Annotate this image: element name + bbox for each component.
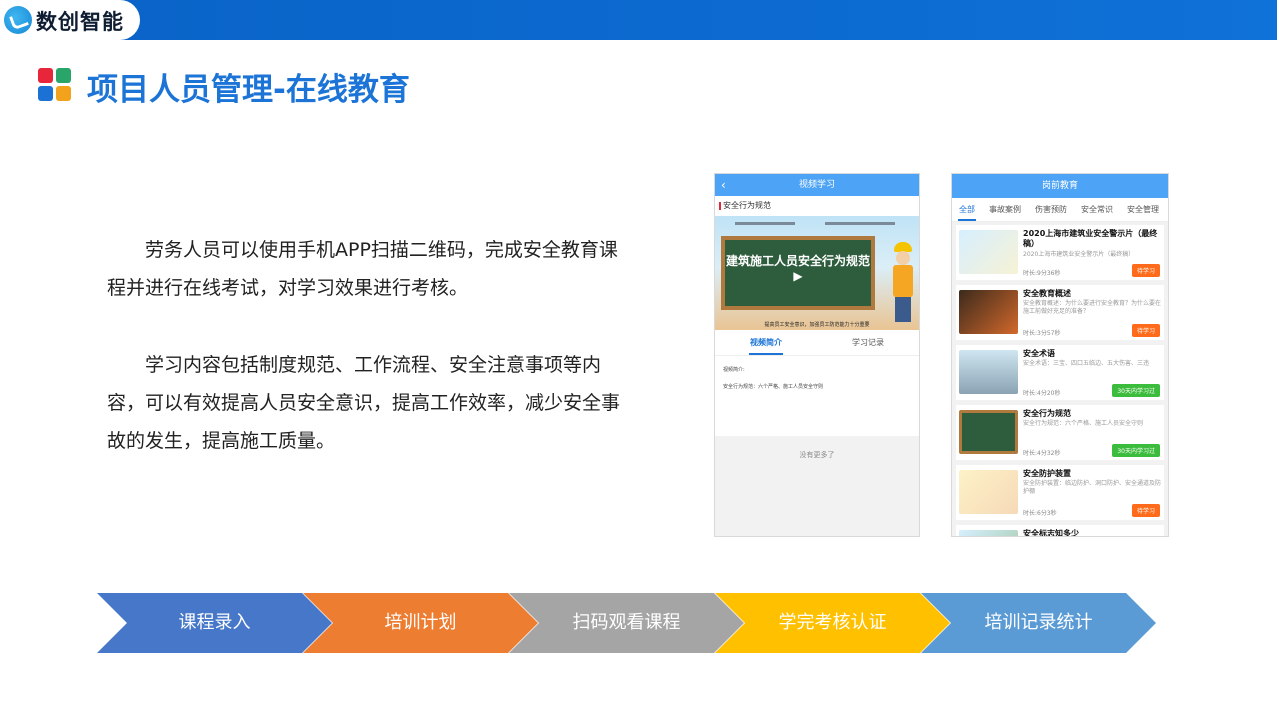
top-banner: 数创智能 [0, 0, 1277, 40]
course-desc: 安全行为规范：六个严格、施工人员安全守则 [1023, 420, 1144, 427]
step-label: 扫码观看课程 [572, 612, 681, 633]
course-item[interactable]: 2020上海市建筑业安全警示片（最终稿） 2020上海市建筑业安全警示片（最终稿… [956, 225, 1164, 280]
phone-screenshot-pre-job-education: 岗前教育 全部 事故案例 伤害预防 安全常识 安全管理 2020上海市建筑业安全… [951, 173, 1169, 537]
process-step-3: 扫码观看课程 [509, 593, 744, 653]
course-title: 安全术语 [1023, 349, 1055, 358]
course-item[interactable]: 安全术语 安全术语：三宝、四口五临边、五大伤害、三违 时长:4分20秒 30天内… [956, 345, 1164, 400]
intro-label: 视频简介: [723, 367, 745, 373]
paragraph-2: 学习内容包括制度规范、工作流程、安全注意事项等内容，可以有效提高人员安全意识，提… [107, 354, 621, 452]
tab-all[interactable]: 全部 [952, 198, 982, 221]
tab-safety-management[interactable]: 安全管理 [1120, 198, 1166, 221]
status-badge: 待学习 [1131, 504, 1160, 517]
step-label: 课程录入 [178, 612, 251, 633]
tab-safety-knowledge[interactable]: 安全常识 [1074, 198, 1120, 221]
course-item[interactable]: 安全行为规范 安全行为规范：六个严格、施工人员安全守则 时长:4分32秒 30天… [956, 405, 1164, 460]
no-more-text: 没有更多了 [715, 436, 919, 536]
course-duration: 时长:6分3秒 [1023, 510, 1057, 517]
tab-study-record[interactable]: 学习记录 [817, 330, 919, 355]
video-intro: 视频简介: 安全行为规范：六个严格、施工人员安全守则 [715, 356, 919, 392]
phone1-header-title: 视频学习 [798, 180, 835, 190]
page-title: 项目人员管理-在线教育 [87, 72, 410, 108]
phone2-tabs: 全部 事故案例 伤害预防 安全常识 安全管理 [952, 198, 1168, 222]
course-title: 2020上海市建筑业安全警示片（最终稿） [1023, 229, 1158, 248]
course-list: 2020上海市建筑业安全警示片（最终稿） 2020上海市建筑业安全警示片（最终稿… [952, 222, 1168, 537]
chevron-left-icon[interactable]: ‹ [721, 174, 726, 196]
course-item[interactable]: 安全防护装置 安全防护装置：临边防护、洞口防护、安全通道及防护棚 时长:6分3秒… [956, 465, 1164, 520]
tab-injury-prevention[interactable]: 伤害预防 [1028, 198, 1074, 221]
intro-text: 安全行为规范：六个严格、施工人员安全守则 [723, 384, 824, 390]
crane-decoration [735, 222, 795, 225]
step-label: 培训记录统计 [984, 612, 1093, 633]
course-title: 安全教育概述 [1023, 289, 1071, 298]
slide: 数创智能 项目人员管理-在线教育 劳务人员可以使用手机APP扫描二维码，完成安全… [0, 0, 1277, 719]
phone1-tabs: 视频简介 学习记录 [715, 330, 919, 356]
brand-name: 数创智能 [36, 10, 124, 34]
tab-accident-cases[interactable]: 事故案例 [982, 198, 1028, 221]
course-thumbnail [959, 470, 1018, 514]
course-duration: 时长:3分57秒 [1023, 330, 1061, 337]
course-desc: 安全防护装置：临边防护、洞口防护、安全通道及防护棚 [1023, 480, 1162, 495]
status-badge: 30天内学习过 [1112, 384, 1160, 397]
status-badge: 待学习 [1131, 264, 1160, 277]
brand: 数创智能 [0, 0, 140, 40]
worker-illustration [891, 242, 915, 322]
status-badge: 待学习 [1131, 324, 1160, 337]
course-thumbnail [959, 230, 1018, 274]
video-title: 建筑施工人员安全行为规范 ▶ [721, 236, 875, 310]
course-title: 安全行为规范 [1023, 409, 1071, 418]
crane-decoration [825, 222, 895, 225]
course-desc: 2020上海市建筑业安全警示片（最终稿） [1023, 251, 1135, 258]
video-player[interactable]: 建筑施工人员安全行为规范 ▶ 提高员工安全意识，加强员工防范能力十分重要 [715, 216, 919, 330]
course-item[interactable]: 安全标志知多少 [956, 525, 1164, 537]
course-title: 安全防护装置 [1023, 469, 1071, 478]
course-title: 安全标志知多少 [1023, 529, 1079, 537]
course-thumbnail [959, 530, 1018, 536]
phone2-header: 岗前教育 [952, 174, 1168, 198]
tab-video-intro[interactable]: 视频简介 [715, 330, 817, 355]
video-caption: 提高员工安全意识，加强员工防范能力十分重要 [764, 322, 870, 328]
course-duration: 时长:4分32秒 [1023, 450, 1061, 457]
step-label: 学完考核认证 [778, 612, 887, 633]
course-duration: 时长:9分36秒 [1023, 270, 1061, 277]
process-step-5: 培训记录统计 [921, 593, 1156, 653]
course-desc: 安全教育概述：为什么要进行安全教育？为什么要在施工前做好充足的准备？ [1023, 300, 1162, 315]
course-duration: 时长:4分20秒 [1023, 390, 1061, 397]
course-thumbnail [959, 410, 1018, 454]
course-thumbnail [959, 290, 1018, 334]
course-item[interactable]: 安全教育概述 安全教育概述：为什么要进行安全教育？为什么要在施工前做好充足的准备… [956, 285, 1164, 340]
process-step-4: 学完考核认证 [715, 593, 950, 653]
step-label: 培训计划 [384, 612, 457, 633]
course-thumbnail [959, 350, 1018, 394]
phone-screenshot-video-study: ‹ 视频学习 安全行为规范 建筑施工人员安全行为规范 ▶ 提高员工安全意识，加强… [714, 173, 920, 537]
phone1-subtitle: 安全行为规范 [715, 196, 919, 216]
course-desc: 安全术语：三宝、四口五临边、五大伤害、三违 [1023, 360, 1150, 367]
phone1-header: ‹ 视频学习 [715, 174, 919, 196]
brand-logo-icon [4, 6, 32, 34]
process-step-2: 培训计划 [303, 593, 538, 653]
process-step-1: 课程录入 [97, 593, 332, 653]
status-badge: 30天内学习过 [1112, 444, 1160, 457]
grid-squares-icon [38, 68, 72, 102]
paragraph-1: 劳务人员可以使用手机APP扫描二维码，完成安全教育课程并进行在线考试，对学习效果… [107, 239, 618, 299]
